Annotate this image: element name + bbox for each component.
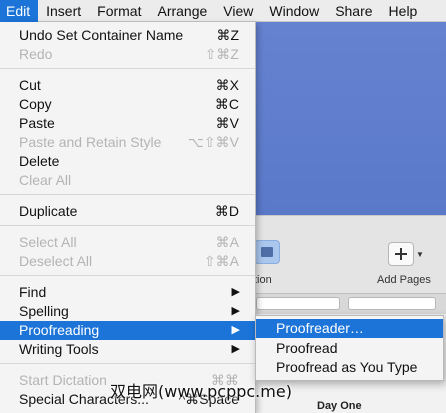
- menu-item-label: Cut: [19, 77, 41, 93]
- submenu-arrow-icon: ▶: [231, 324, 240, 336]
- menu-item-deselect-all[interactable]: Deselect All ⇧⌘A: [0, 252, 255, 271]
- menu-item-paste-retain-style[interactable]: Paste and Retain Style ⌥⇧⌘V: [0, 133, 255, 152]
- shortcut: ⌘C: [214, 96, 239, 112]
- separator: [0, 275, 255, 276]
- submenu-arrow-icon: ▶: [231, 286, 240, 298]
- menu-item-redo[interactable]: Redo ⇧⌘Z: [0, 45, 255, 64]
- submenu-item-proofreader[interactable]: Proofreader…: [256, 319, 443, 338]
- menu-view[interactable]: View: [215, 0, 261, 22]
- menu-item-label: Find: [19, 284, 47, 300]
- separator: [0, 363, 255, 364]
- menu-share[interactable]: Share: [327, 0, 380, 22]
- proofreading-submenu: Proofreader… Proofread Proofread as You …: [255, 315, 444, 381]
- menu-item-label: Paste: [19, 115, 55, 131]
- page-icon: [261, 247, 273, 257]
- document-heading: Day One: [317, 400, 362, 412]
- section-tool-button[interactable]: [254, 240, 280, 264]
- menu-item-cut[interactable]: Cut ⌘X: [0, 76, 255, 95]
- separator: [0, 225, 255, 226]
- menu-item-find[interactable]: Find ▶: [0, 283, 255, 302]
- shortcut: ⇧⌘A: [203, 253, 239, 269]
- shortcut: ⌘D: [214, 203, 239, 219]
- menu-item-label: Undo Set Container Name: [19, 27, 184, 43]
- shortcut: ⌘V: [215, 115, 239, 131]
- menu-item-clear-all[interactable]: Clear All: [0, 171, 255, 190]
- menu-item-label: Spelling: [19, 303, 69, 319]
- menu-item-label: Select All: [19, 234, 77, 250]
- menu-item-label: Start Dictation: [19, 372, 107, 388]
- page-canvas: [254, 22, 446, 215]
- menu-edit[interactable]: Edit: [0, 0, 39, 22]
- shortcut: ⌘X: [215, 77, 239, 93]
- menu-item-proofreading[interactable]: Proofreading ▶: [0, 321, 255, 340]
- menu-item-label: Clear All: [19, 172, 72, 188]
- plus-icon: [395, 248, 407, 260]
- menu-item-delete[interactable]: Delete: [0, 152, 255, 171]
- menu-item-label: Writing Tools: [19, 341, 99, 357]
- submenu-arrow-icon: ▶: [231, 305, 240, 317]
- menu-item-label: Delete: [19, 153, 60, 169]
- submenu-arrow-icon: ▶: [231, 343, 240, 355]
- menu-item-label: Copy: [19, 96, 52, 112]
- menu-item-writing-tools[interactable]: Writing Tools ▶: [0, 340, 255, 359]
- menu-item-duplicate[interactable]: Duplicate ⌘D: [0, 202, 255, 221]
- chevron-down-icon[interactable]: ▼: [416, 250, 424, 259]
- menu-window[interactable]: Window: [261, 0, 327, 22]
- section-tool-label: tion: [254, 274, 272, 286]
- submenu-item-proofread[interactable]: Proofread: [256, 339, 443, 358]
- menu-item-label: Deselect All: [19, 253, 93, 269]
- shortcut: ⌘Z: [216, 27, 239, 43]
- submenu-item-proofread-as-you-type[interactable]: Proofread as You Type: [256, 358, 443, 377]
- shortcut: ⌘A: [215, 234, 239, 250]
- format-bar: [254, 293, 446, 315]
- menu-item-paste[interactable]: Paste ⌘V: [0, 114, 255, 133]
- menu-item-copy[interactable]: Copy ⌘C: [0, 95, 255, 114]
- shortcut: ⌥⇧⌘V: [187, 134, 239, 150]
- watermark: 双电网(www.pcppc.me): [110, 382, 292, 401]
- menu-item-label: Duplicate: [19, 203, 78, 219]
- menu-item-label: Proofreading: [19, 322, 100, 338]
- shortcut: ⇧⌘Z: [204, 46, 239, 62]
- menu-insert[interactable]: Insert: [38, 0, 89, 22]
- menu-item-label: Redo: [19, 46, 53, 62]
- separator: [0, 194, 255, 195]
- format-field-1[interactable]: [256, 297, 340, 310]
- add-pages-button[interactable]: [388, 242, 414, 266]
- menu-bar: Edit Insert Format Arrange View Window S…: [0, 0, 446, 22]
- separator: [0, 68, 255, 69]
- menu-item-select-all[interactable]: Select All ⌘A: [0, 233, 255, 252]
- toolbar: tion ▼ Add Pages: [254, 215, 446, 294]
- menu-format[interactable]: Format: [89, 0, 149, 22]
- menu-item-label: Paste and Retain Style: [19, 134, 162, 150]
- format-field-2[interactable]: [348, 297, 436, 310]
- add-pages-label: Add Pages: [377, 274, 431, 286]
- menu-arrange[interactable]: Arrange: [149, 0, 215, 22]
- menu-item-spelling[interactable]: Spelling ▶: [0, 302, 255, 321]
- menu-item-undo[interactable]: Undo Set Container Name ⌘Z: [0, 26, 255, 45]
- menu-help[interactable]: Help: [381, 0, 426, 22]
- edit-menu: Undo Set Container Name ⌘Z Redo ⇧⌘Z Cut …: [0, 22, 256, 413]
